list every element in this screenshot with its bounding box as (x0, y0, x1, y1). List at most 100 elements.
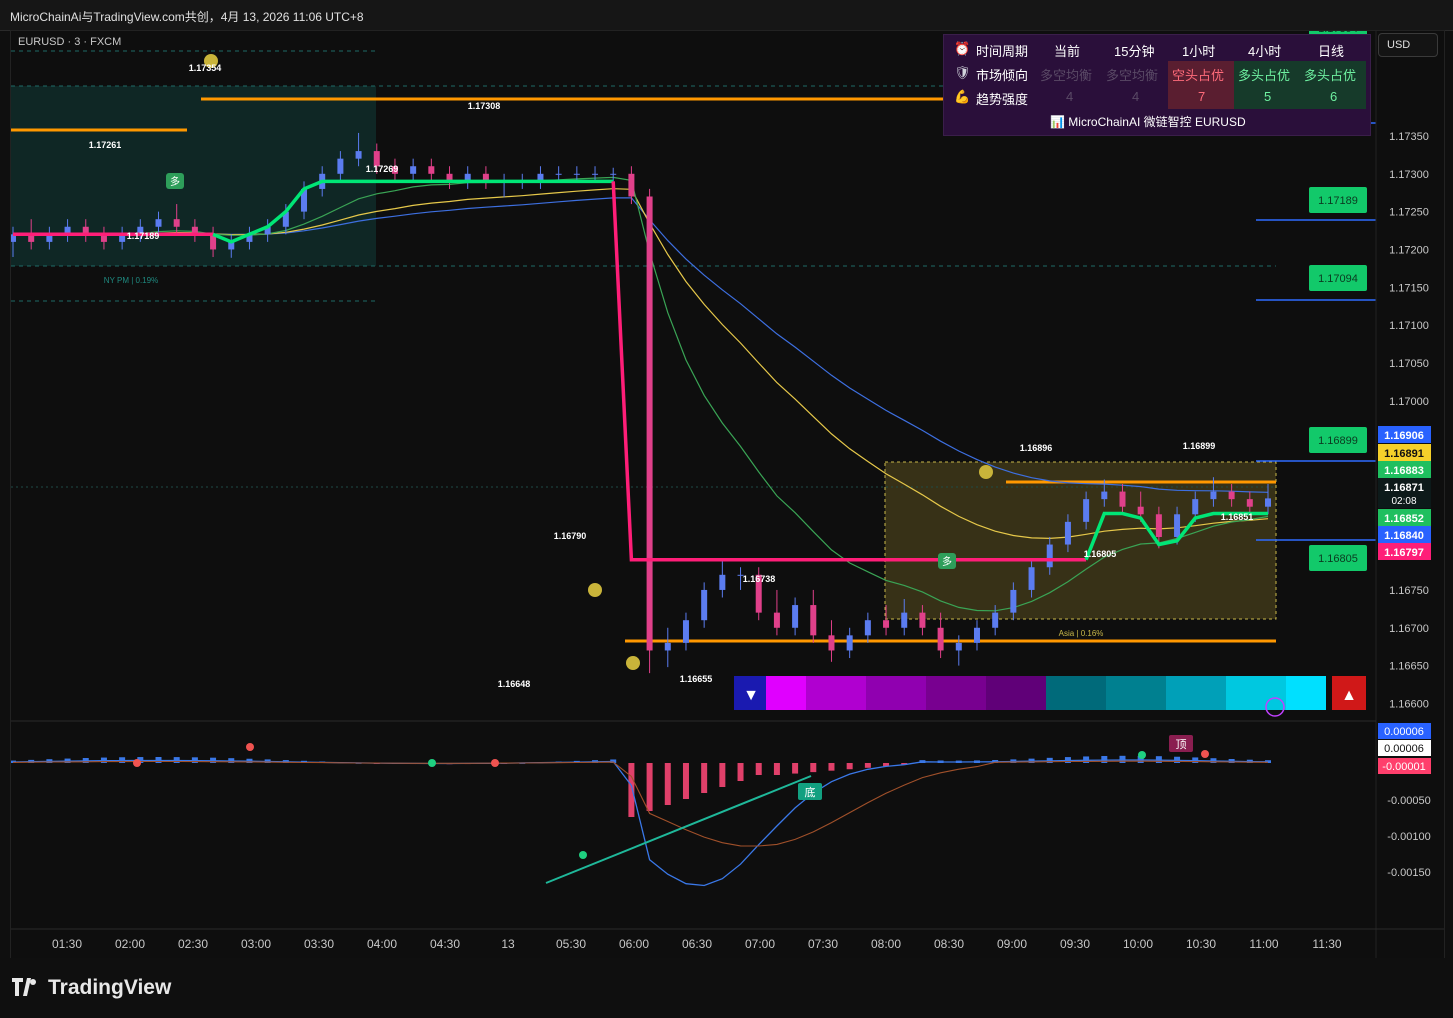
dashboard-cell: 1小时 (1182, 44, 1216, 59)
symbol-label[interactable]: EURUSD · 3 · FXCM (18, 36, 121, 48)
swing-label: 1.16899 (1183, 441, 1216, 451)
momentum-strip-cell (926, 676, 986, 710)
dashboard-cell: 4小时 (1248, 44, 1282, 59)
oscillator-bar (828, 763, 835, 771)
signal-badge-label: 多 (942, 555, 952, 568)
price-axis-tick: 1.17200 (1389, 244, 1429, 256)
oscillator-tag-label: 0.00006 (1384, 743, 1424, 755)
candle-body (810, 605, 817, 636)
swing-label: 1.16896 (1020, 443, 1053, 453)
shield-icon: 🛡 (954, 65, 971, 80)
time-axis-tick: 11:00 (1249, 937, 1278, 951)
chart-svg[interactable]: 多多1.173541.172611.173081.172691.171891.1… (10, 15, 1444, 959)
price-axis-tick: 1.16750 (1389, 585, 1429, 597)
candle-body (919, 612, 926, 628)
signal-dot (588, 583, 602, 597)
dashboard-cell: 5 (1264, 89, 1272, 104)
candle-body (864, 620, 871, 636)
target-tag-label: 1.16805 (1318, 553, 1358, 565)
price-axis-tick: 1.17300 (1389, 169, 1429, 181)
price-tag-label: 1.16852 (1384, 513, 1424, 525)
swing-label: 1.16851 (1221, 512, 1254, 522)
chart-area[interactable]: 多多 1.17354 1.17261 1.17308 1.17269 1.17189 1.1… (10, 15, 1445, 960)
dashboard-cell: 4 (1066, 89, 1074, 104)
time-axis-tick: 11:30 (1312, 937, 1341, 951)
momentum-strip-cell (1046, 676, 1106, 710)
oscillator-signal-dot (1138, 751, 1146, 759)
candle-body (664, 642, 671, 651)
time-axis-tick: 04:00 (367, 937, 397, 951)
muscle-icon: 💪 (954, 89, 971, 104)
price-tag-countdown: 02:08 (1391, 496, 1416, 507)
candle-body (1028, 567, 1035, 590)
candle-body (955, 642, 962, 651)
price-tag-label: 1.16871 (1384, 482, 1424, 494)
down-arrow-icon: ▼ (743, 687, 759, 704)
oscillator-bar (719, 763, 726, 787)
price-tag-label: 1.16797 (1384, 547, 1424, 559)
candle-body (1101, 491, 1108, 500)
price-tag-label: 1.16883 (1384, 465, 1424, 477)
dashboard-cell: 7 (1198, 89, 1206, 104)
swing-label: 1.16648 (498, 679, 531, 689)
candle-body (1265, 498, 1271, 507)
swing-label: 1.17189 (127, 231, 160, 241)
currency-button[interactable]: USD (1378, 33, 1438, 57)
price-axis-tick: 1.17100 (1389, 320, 1429, 332)
time-axis-tick: 13 (501, 937, 515, 951)
time-axis-tick: 02:30 (178, 937, 208, 951)
signal-badge-label: 多 (170, 175, 180, 188)
candle-body (337, 158, 344, 174)
dashboard-row-timeframe: ⏰ 时间周期 当前 15分钟 1小时 4小时 日线 (944, 37, 1370, 61)
momentum-strip-cell (1106, 676, 1166, 710)
brand-name: TradingView (48, 976, 172, 999)
dashboard-cell: 空头占优 (1172, 68, 1225, 83)
candle-body (1064, 521, 1071, 545)
time-axis-tick: 06:00 (619, 937, 649, 951)
candle-body (773, 612, 780, 628)
time-axis-tick: 08:30 (934, 937, 964, 951)
oscillator-tag-label: -0.00001 (1382, 761, 1425, 773)
time-axis-tick: 05:30 (556, 937, 586, 951)
oscillator-bar (755, 763, 762, 775)
dashboard-cell: 当前 (1054, 44, 1081, 59)
dashboard-cell: 4 (1132, 89, 1140, 104)
time-axis-tick: 03:00 (241, 937, 271, 951)
time-axis-tick: 02:00 (115, 937, 145, 951)
oscillator-bar (792, 763, 799, 774)
swing-label: 1.17269 (366, 164, 399, 174)
oscillator-bar (682, 763, 689, 799)
dashboard-row-strength: 💪 趋势强度 4 4 7 5 6 (944, 85, 1370, 109)
top-signal-label: 顶 (1176, 738, 1187, 751)
dashboard-cell: 日线 (1318, 44, 1345, 59)
dashboard-panel: ⏰ 时间周期 当前 15分钟 1小时 4小时 日线 🛡 市场倾向 多空均衡 多空… (943, 34, 1371, 136)
candle-body (646, 196, 653, 651)
oscillator-bar (864, 763, 871, 768)
candle-body (701, 589, 708, 621)
time-axis-tick: 01:30 (52, 937, 82, 951)
dashboard-label: 趋势强度 (976, 92, 1029, 107)
target-tag-label: 1.16899 (1318, 435, 1358, 447)
candle-body (828, 635, 835, 651)
dashboard-label: 时间周期 (976, 44, 1029, 59)
dashboard-cell: 多空均衡 (1106, 68, 1159, 83)
price-tag-label: 1.16906 (1384, 430, 1424, 442)
candle-body (410, 166, 417, 174)
price-axis-tick: 1.17150 (1389, 282, 1429, 294)
dashboard-cell: 15分钟 (1114, 44, 1155, 59)
oscillator-signal-dot (133, 759, 141, 767)
oscillator-bar (646, 763, 653, 811)
candle-body (1210, 491, 1217, 500)
swing-label: 1.16790 (554, 531, 587, 541)
price-axis-tick: 1.16600 (1389, 698, 1429, 710)
oscillator-bar (846, 763, 853, 770)
dashboard-cell: 多头占优 (1238, 68, 1291, 83)
momentum-strip-cell (866, 676, 926, 710)
time-axis-tick: 10:30 (1186, 937, 1216, 951)
title-bar: MicroChainAi与TradingView.com共创，4月 13, 20… (0, 0, 1453, 31)
session-label: Asia | 0.16% (1059, 629, 1104, 638)
dashboard-cell: 6 (1330, 89, 1338, 104)
momentum-strip-cell (806, 676, 866, 710)
price-axis-tick: 1.17000 (1389, 396, 1429, 408)
time-axis-tick: 08:00 (871, 937, 901, 951)
